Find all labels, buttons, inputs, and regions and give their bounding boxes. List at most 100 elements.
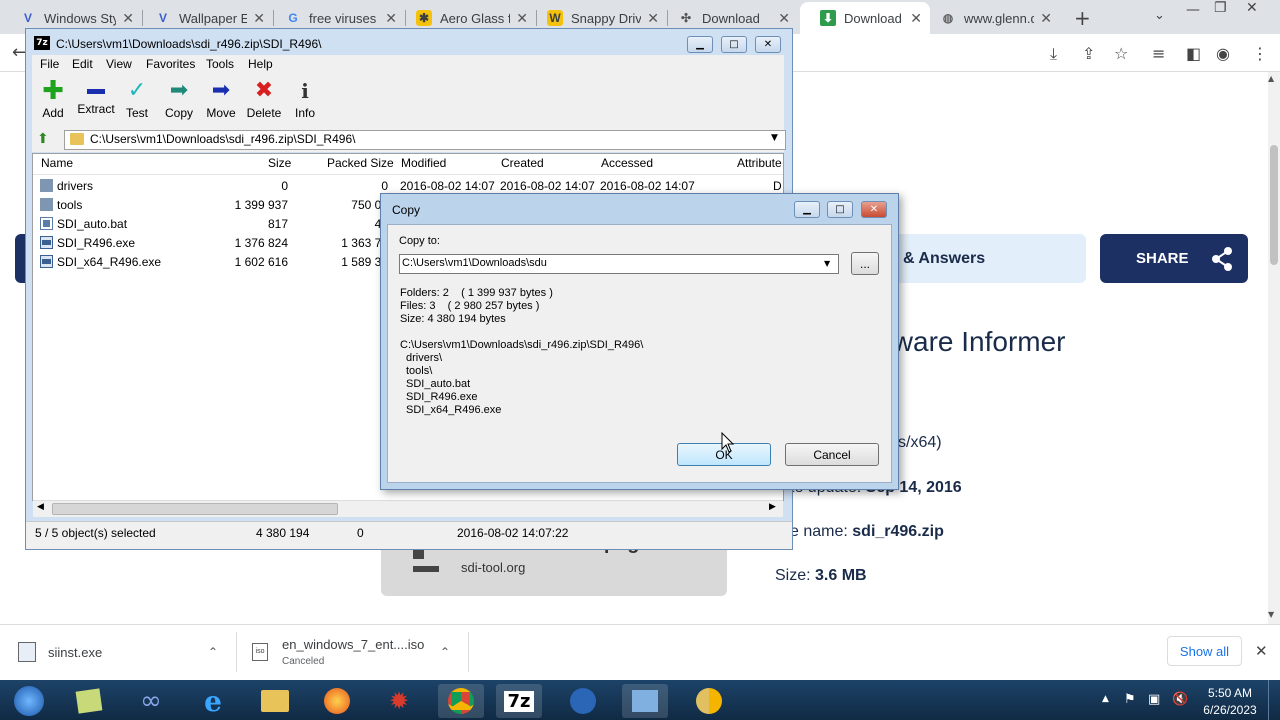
file-packed: 45 [40,217,388,231]
extract-button[interactable]: Extract [74,80,118,122]
file-explorer-icon [261,690,289,712]
source-item: SDI_R496.exe [406,391,478,403]
reading-list-icon[interactable]: ≡ [1152,44,1165,63]
menu-edit[interactable]: Edit [72,57,93,71]
delete-button[interactable]: ✖ Delete [242,80,286,122]
download-item-windows-iso[interactable]: iso en_windows_7_ent....iso Canceled ⌃ [252,624,462,680]
copy-dialog-maximize-button[interactable]: □ [827,201,853,218]
tray-flag-icon[interactable]: ⚑ [1124,692,1136,707]
scroll-right-arrow-icon[interactable]: ▶ [769,502,776,512]
taskbar-app-red[interactable]: ✹ [376,684,422,718]
scroll-left-arrow-icon[interactable]: ◀ [37,502,44,512]
cancel-button[interactable]: Cancel [785,443,879,466]
7zip-icon: 7z [504,690,534,712]
tray-expand-icon[interactable]: ▲ [1102,694,1109,704]
copy-dialog-close-button[interactable]: ✕ [861,201,887,218]
menu-dots-icon[interactable]: ⋮ [1252,44,1268,63]
home-card-url[interactable]: sdi-tool.org [461,560,525,575]
move-button[interactable]: ➡ Move [199,80,243,122]
7zip-minimize-button[interactable]: ▁ [687,36,713,53]
address-dropdown-icon[interactable]: ▼ [771,133,778,143]
taskbar-chrome-2[interactable] [686,684,732,718]
column-size[interactable]: Size [268,156,291,170]
share-toolbar-icon[interactable]: ⇪ [1082,44,1095,63]
tab-label: www.glenn.d [964,10,1035,26]
hscrollbar-thumb[interactable] [52,503,338,515]
v-icon: V [23,11,32,25]
taskbar-infinity[interactable]: ∞ [128,684,174,718]
copy-dialog-minimize-button[interactable]: ▁ [794,201,820,218]
web-scrollbar-thumb[interactable] [1270,145,1278,265]
tab-label: Download [702,10,760,26]
column-name[interactable]: Name [41,156,73,170]
download-toolbar-icon[interactable]: ⤓ [1050,44,1057,64]
download-status: Canceled [282,656,325,667]
path-dropdown-icon[interactable]: ▼ [824,259,830,268]
menu-tools[interactable]: Tools [206,57,234,71]
close-icon[interactable]: ✕ [122,10,134,27]
7zip-menubar [32,55,784,73]
7zip-maximize-button[interactable]: □ [721,36,747,53]
copy-to-path-value[interactable]: C:\Users\vm1\Downloads\sdu [402,257,547,269]
column-accessed[interactable]: Accessed [601,156,653,170]
test-button[interactable]: ✓ Test [115,80,159,122]
scroll-down-arrow-icon[interactable]: ▼ [1268,610,1274,619]
taskbar-firefox[interactable] [314,684,360,718]
minimize-icon[interactable]: — [1186,2,1200,18]
share-icon [1212,247,1232,271]
tab-glenn[interactable]: ◍ www.glenn.d ✕ [920,2,1060,34]
chevron-up-icon[interactable]: ⌃ [208,645,218,659]
restore-icon[interactable]: ❐ [1214,0,1227,16]
info-button[interactable]: i Info [283,80,327,122]
side-panel-icon[interactable]: ◧ [1186,44,1201,63]
tab-download-active[interactable]: ⬇ Download S ✕ [800,2,930,34]
profile-icon[interactable]: ◉ [1216,44,1230,63]
taskbar-control-panel[interactable] [622,684,668,718]
close-icon[interactable]: ✕ [253,10,265,27]
menu-help[interactable]: Help [248,57,273,71]
delete-label: Delete [246,106,282,120]
close-downloads-icon[interactable]: ✕ [1255,642,1268,660]
scroll-up-arrow-icon[interactable]: ▲ [1268,74,1274,83]
file-packed: 1 363 71 [341,236,388,250]
tab-label: Download S [844,10,904,26]
add-button[interactable]: ✚ Add [31,78,75,122]
tray-volume-icon[interactable]: 🔇 [1172,692,1188,707]
taskbar-7zip[interactable]: 7z [496,684,542,718]
download-item-siinst[interactable]: siinst.exe ⌃ [18,624,230,680]
7zip-close-button[interactable]: ✕ [755,36,781,53]
internet-explorer-icon: e [204,684,222,718]
bookmark-star-icon[interactable]: ☆ [1114,44,1128,63]
clock-time[interactable]: 5:50 AM [1200,686,1260,700]
tab-search-chevron-icon[interactable]: ⌄ [1154,8,1165,23]
taskbar-ie[interactable]: e [190,684,236,718]
menu-file[interactable]: File [40,57,59,71]
up-folder-icon[interactable]: ⬆ [37,131,49,147]
show-all-button[interactable]: Show all [1167,636,1242,666]
new-tab-button[interactable]: + [1074,6,1091,30]
column-created[interactable]: Created [501,156,544,170]
taskbar-remote[interactable] [560,684,606,718]
start-button[interactable] [6,684,52,718]
menu-favorites[interactable]: Favorites [146,57,195,71]
chrome-icon [448,688,474,714]
tray-network-icon[interactable]: ▣ [1148,692,1160,707]
browse-button[interactable]: ... [851,252,879,275]
close-window-icon[interactable]: ✕ [1246,0,1258,16]
close-icon[interactable]: ✕ [1040,10,1052,27]
clock-date[interactable]: 6/26/2023 [1198,703,1262,717]
column-modified[interactable]: Modified [401,156,446,170]
taskbar-explorer[interactable] [252,684,298,718]
aero-icon: ✱ [416,10,432,26]
column-packed-size[interactable]: Packed Size [327,156,394,170]
close-icon[interactable]: ✕ [778,10,790,27]
show-desktop-button[interactable] [1268,680,1280,720]
chevron-up-icon[interactable]: ⌃ [440,645,450,659]
taskbar-notes[interactable] [66,684,112,718]
menu-view[interactable]: View [106,57,132,71]
infinity-icon: ∞ [140,686,162,716]
taskbar-chrome[interactable] [438,684,484,718]
copy-button[interactable]: ➡ Copy [157,80,201,122]
column-attribute[interactable]: Attribute [737,156,782,170]
minus-icon [87,89,105,94]
